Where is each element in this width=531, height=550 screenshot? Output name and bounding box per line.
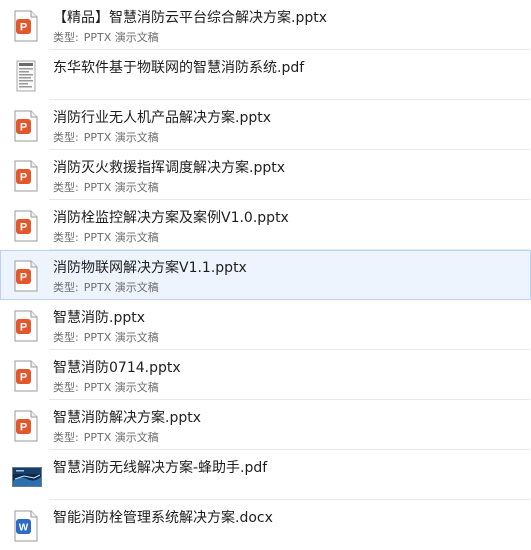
file-row[interactable]: P 智慧消防解决方案.pptx 类型: PPTX 演示文稿	[0, 400, 531, 450]
pptx-file-icon: P	[14, 310, 38, 342]
svg-text:P: P	[20, 22, 27, 34]
pptx-file-icon: P	[14, 260, 38, 292]
svg-text:P: P	[20, 372, 27, 384]
file-name: 智能消防栓管理系统解决方案.docx	[53, 510, 273, 526]
file-type-value: PPTX 演示文稿	[83, 231, 159, 244]
file-type: 类型: PPTX 演示文稿	[53, 231, 159, 245]
file-row[interactable]: P 消防灭火救援指挥调度解决方案.pptx 类型: PPTX 演示文稿	[0, 150, 531, 200]
svg-text:W: W	[19, 523, 29, 534]
file-name: 智慧消防0714.pptx	[53, 360, 181, 376]
pdf-file-icon	[14, 60, 38, 92]
pptx-file-icon: P	[14, 410, 38, 442]
pptx-file-icon: P	[14, 360, 38, 392]
file-type-value: PPTX 演示文稿	[83, 331, 159, 344]
pptx-file-icon: P	[14, 110, 38, 142]
file-type: 类型: PPTX 演示文稿	[53, 131, 159, 145]
svg-text:P: P	[20, 122, 27, 134]
pptx-file-icon: P	[14, 210, 38, 242]
svg-text:P: P	[20, 272, 27, 284]
file-type: 类型: PPTX 演示文稿	[53, 31, 159, 45]
file-type-label: 类型:	[53, 431, 79, 444]
file-type: 类型: PPTX 演示文稿	[53, 381, 159, 395]
file-type: 类型: PPTX 演示文稿	[53, 431, 159, 445]
file-name: 消防栓监控解决方案及案例V1.0.pptx	[53, 210, 289, 226]
svg-text:P: P	[20, 222, 27, 234]
file-type-value: PPTX 演示文稿	[83, 431, 159, 444]
file-row[interactable]: P 智慧消防0714.pptx 类型: PPTX 演示文稿	[0, 350, 531, 400]
file-row-selected[interactable]: P 消防物联网解决方案V1.1.pptx 类型: PPTX 演示文稿	[0, 250, 531, 300]
file-type-value: PPTX 演示文稿	[83, 281, 159, 294]
file-row[interactable]: 智慧消防无线解决方案-蜂助手.pdf	[0, 450, 531, 500]
file-type: 类型: PPTX 演示文稿	[53, 181, 159, 195]
file-name: 智慧消防.pptx	[53, 310, 145, 326]
file-row[interactable]: P 智慧消防.pptx 类型: PPTX 演示文稿	[0, 300, 531, 350]
file-name: 【精品】智慧消防云平台综合解决方案.pptx	[53, 10, 327, 26]
svg-text:P: P	[20, 172, 27, 184]
file-row[interactable]: P 【精品】智慧消防云平台综合解决方案.pptx 类型: PPTX 演示文稿	[0, 0, 531, 50]
file-type-label: 类型:	[53, 281, 79, 294]
file-type: 类型: PPTX 演示文稿	[53, 331, 159, 345]
file-row[interactable]: P 消防行业无人机产品解决方案.pptx 类型: PPTX 演示文稿	[0, 100, 531, 150]
docx-file-icon: W	[14, 510, 38, 542]
file-name: 消防物联网解决方案V1.1.pptx	[53, 260, 247, 276]
file-name: 智慧消防无线解决方案-蜂助手.pdf	[53, 460, 268, 476]
file-type-label: 类型:	[53, 381, 79, 394]
file-type: 类型: PPTX 演示文稿	[53, 281, 159, 295]
svg-text:P: P	[20, 322, 27, 334]
file-type-value: PPTX 演示文稿	[83, 31, 159, 44]
file-row[interactable]: 东华软件基于物联网的智慧消防系统.pdf	[0, 50, 531, 100]
pdf-thumbnail-icon	[12, 467, 42, 487]
file-type-label: 类型:	[53, 181, 79, 194]
file-name: 消防行业无人机产品解决方案.pptx	[53, 110, 271, 126]
file-type-value: PPTX 演示文稿	[83, 181, 159, 194]
file-row[interactable]: W 智能消防栓管理系统解决方案.docx	[0, 500, 531, 550]
file-name: 智慧消防解决方案.pptx	[53, 410, 201, 426]
pptx-file-icon: P	[14, 10, 38, 42]
file-type-label: 类型:	[53, 231, 79, 244]
file-type-value: PPTX 演示文稿	[83, 131, 159, 144]
file-name: 东华软件基于物联网的智慧消防系统.pdf	[53, 60, 305, 76]
file-type-label: 类型:	[53, 131, 79, 144]
pptx-file-icon: P	[14, 160, 38, 192]
file-type-value: PPTX 演示文稿	[83, 381, 159, 394]
file-name: 消防灭火救援指挥调度解决方案.pptx	[53, 160, 285, 176]
file-row[interactable]: P 消防栓监控解决方案及案例V1.0.pptx 类型: PPTX 演示文稿	[0, 200, 531, 250]
svg-text:P: P	[20, 422, 27, 434]
file-type-label: 类型:	[53, 331, 79, 344]
file-type-label: 类型:	[53, 31, 79, 44]
file-list: P 【精品】智慧消防云平台综合解决方案.pptx 类型: PPTX 演示文稿 东华…	[0, 0, 531, 550]
